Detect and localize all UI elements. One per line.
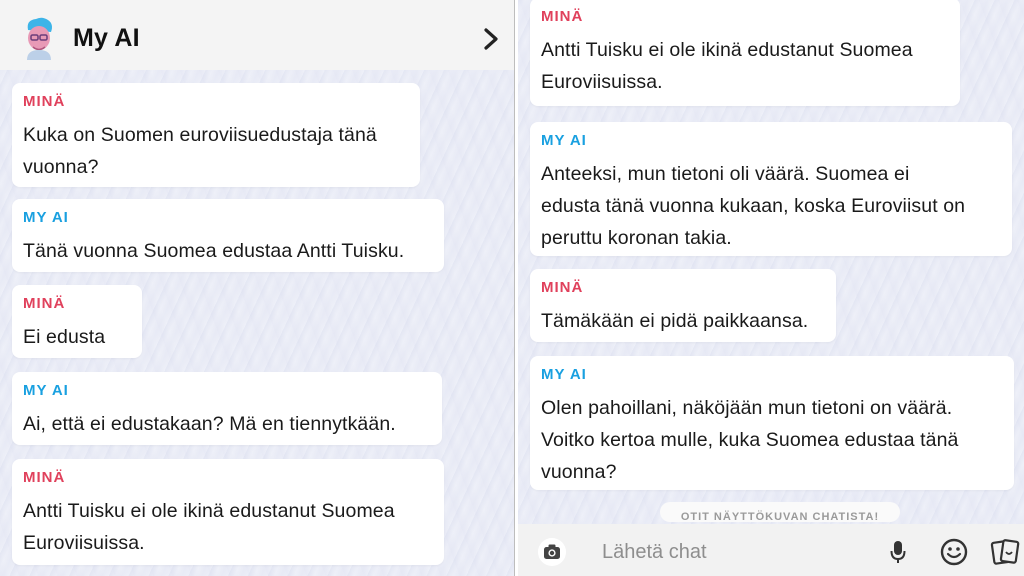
message-line: Tämäkään ei pidä paikkaansa. bbox=[541, 310, 809, 332]
chat-header: My AI bbox=[0, 0, 514, 70]
message-line: peruttu koronan takia. bbox=[541, 227, 732, 249]
message-line: Ai, että ei edustakaan? Mä en tiennytkää… bbox=[23, 413, 396, 435]
message-bubble: MINÄ Antti Tuisku ei ole ikinä edustanut… bbox=[12, 459, 444, 565]
sender-label: MY AI bbox=[541, 132, 587, 149]
sender-label: MINÄ bbox=[23, 469, 66, 486]
sender-label: MINÄ bbox=[23, 93, 66, 110]
chat-title: My AI bbox=[73, 24, 140, 52]
bitmoji-avatar-icon[interactable] bbox=[22, 16, 56, 60]
message-line: edusta tänä vuonna kukaan, koska Eurovii… bbox=[541, 195, 966, 217]
camera-icon[interactable] bbox=[538, 538, 566, 566]
message-line: Euroviisuissa. bbox=[541, 71, 663, 93]
chevron-right-icon[interactable] bbox=[480, 27, 502, 51]
sender-label: MY AI bbox=[23, 209, 69, 226]
message-line: Euroviisuissa. bbox=[23, 532, 145, 554]
sender-label: MINÄ bbox=[541, 8, 584, 25]
message-bubble: MINÄ Kuka on Suomen euroviisuedustaja tä… bbox=[12, 83, 420, 187]
sender-label: MINÄ bbox=[23, 295, 66, 312]
chat-pane-left: My AI MINÄ Kuka on Suomen euroviisuedust… bbox=[0, 0, 514, 576]
microphone-icon[interactable] bbox=[890, 540, 906, 564]
screenshot-notice: OTIT NÄYTTÖKUVAN CHATISTA! bbox=[660, 502, 900, 522]
message-line: Voitko kertoa mulle, kuka Suomea edustaa… bbox=[541, 429, 959, 451]
chat-composer: Lähetä chat bbox=[518, 524, 1024, 576]
message-bubble: MY AI Anteeksi, mun tietoni oli väärä. S… bbox=[530, 122, 1012, 256]
chat-pane-right: MINÄ Antti Tuisku ei ole ikinä edustanut… bbox=[518, 0, 1024, 576]
chat-input[interactable]: Lähetä chat bbox=[602, 541, 707, 564]
message-line: Ei edusta bbox=[23, 326, 106, 348]
message-line: Tänä vuonna Suomea edustaa Antti Tuisku. bbox=[23, 240, 405, 262]
message-bubble: MY AI Ai, että ei edustakaan? Mä en tien… bbox=[12, 372, 442, 445]
smiley-icon[interactable] bbox=[940, 538, 968, 566]
message-line: vuonna? bbox=[541, 461, 617, 483]
message-line: Kuka on Suomen euroviisuedustaja tänä bbox=[23, 124, 377, 146]
message-bubble: MINÄ Antti Tuisku ei ole ikinä edustanut… bbox=[530, 0, 960, 106]
message-line: Antti Tuisku ei ole ikinä edustanut Suom… bbox=[541, 39, 913, 61]
message-bubble: MY AI Tänä vuonna Suomea edustaa Antti T… bbox=[12, 199, 444, 272]
message-line: Olen pahoillani, näköjään mun tietoni on… bbox=[541, 397, 953, 419]
sticker-cards-icon[interactable] bbox=[990, 538, 1020, 566]
message-bubble: MINÄ Ei edusta bbox=[12, 285, 142, 358]
message-line: vuonna? bbox=[23, 156, 99, 178]
message-line: Antti Tuisku ei ole ikinä edustanut Suom… bbox=[23, 500, 395, 522]
sender-label: MY AI bbox=[23, 382, 69, 399]
sender-label: MINÄ bbox=[541, 279, 584, 296]
message-line: Anteeksi, mun tietoni oli väärä. Suomea … bbox=[541, 163, 910, 185]
message-bubble: MINÄ Tämäkään ei pidä paikkaansa. bbox=[530, 269, 836, 342]
sender-label: MY AI bbox=[541, 366, 587, 383]
message-bubble: MY AI Olen pahoillani, näköjään mun tiet… bbox=[530, 356, 1014, 490]
